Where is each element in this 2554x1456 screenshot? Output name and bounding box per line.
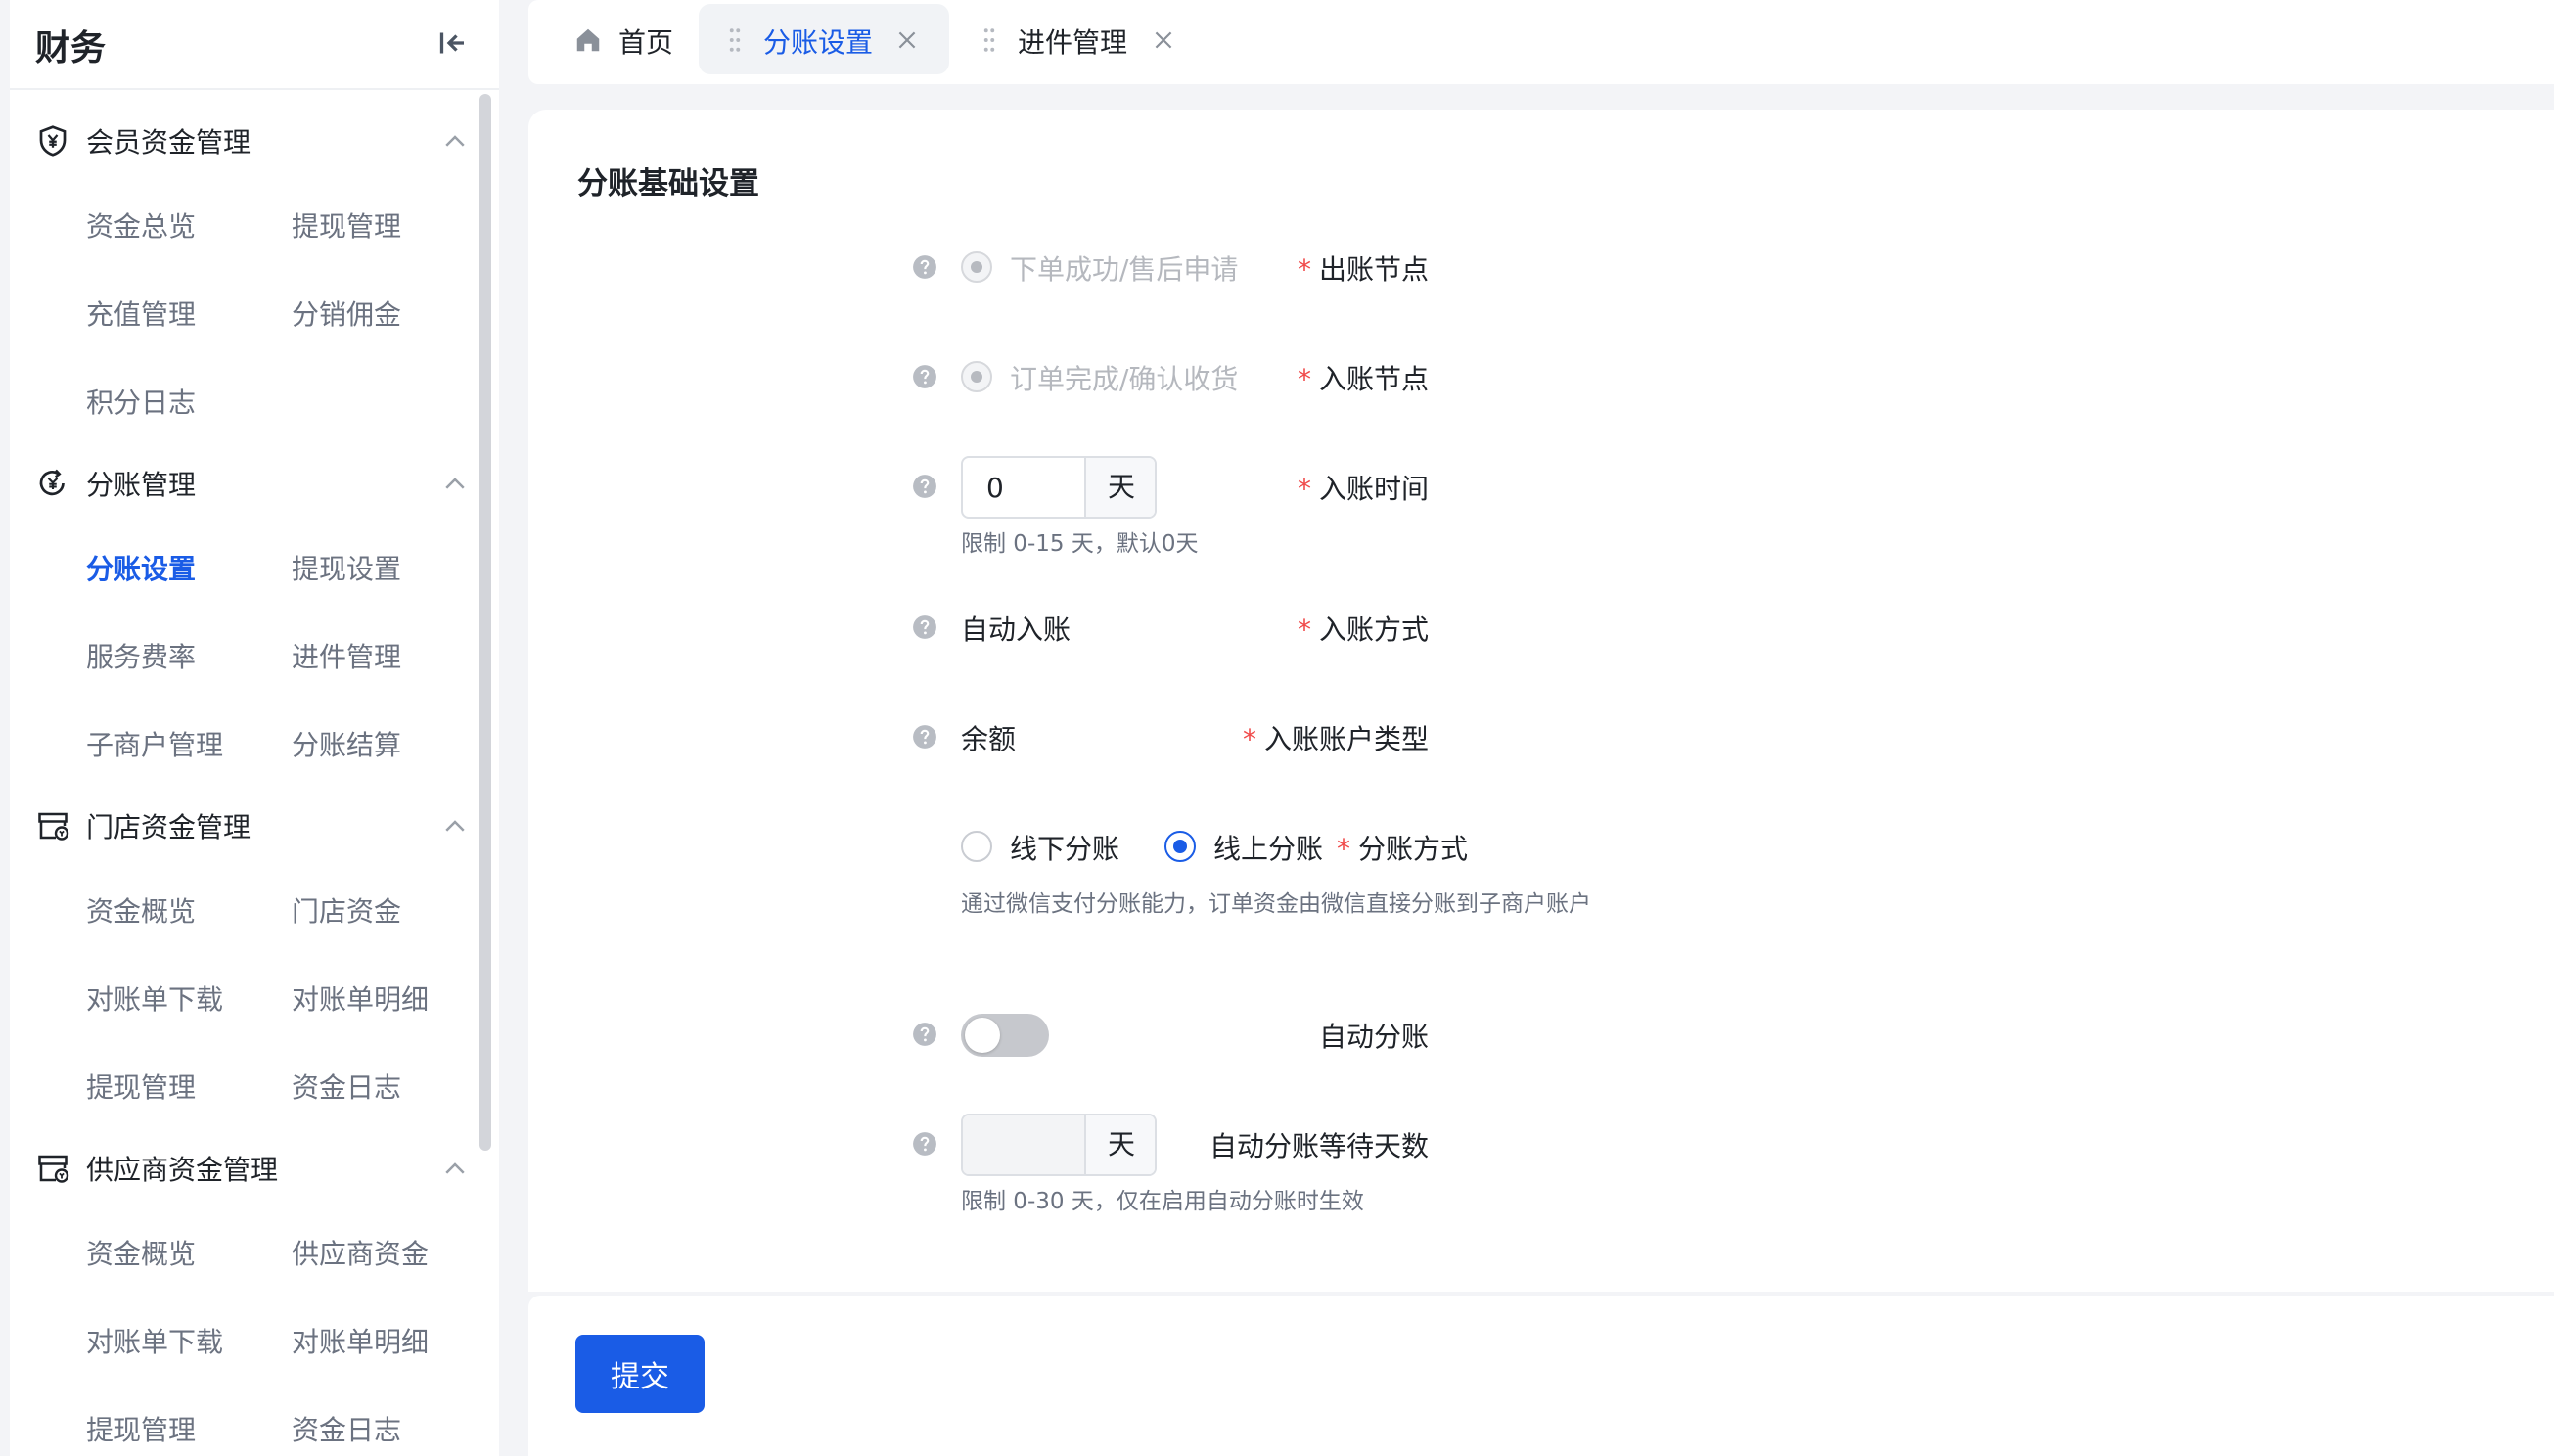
sidebar: 财务 会员资金管理 资金总览 提现管理 充值管理 分销佣金 积分日志 分账管理 … (10, 0, 499, 1456)
menu-item-withdraw-settings[interactable]: 提现设置 (292, 548, 401, 587)
chevron-up-icon[interactable] (440, 1155, 470, 1184)
sidebar-scrollbar[interactable] (479, 94, 491, 1151)
menu-item-withdraw-management[interactable]: 提现管理 (292, 205, 401, 245)
entry-time-field: 天 (961, 456, 1157, 519)
auto-split-label: 自动分账 (1318, 1021, 1429, 1053)
chevron-up-icon[interactable] (440, 470, 470, 499)
menu-item-distribution-commission[interactable]: 分销佣金 (292, 294, 401, 333)
chevron-up-icon[interactable] (440, 127, 470, 157)
menu-item-split-settlement[interactable]: 分账结算 (292, 724, 401, 763)
auto-split-wait-days-label: 自动分账等待天数 (1209, 1130, 1429, 1162)
help-icon[interactable] (912, 254, 937, 280)
split-method-offline-label[interactable]: 线下分账 (1010, 828, 1119, 867)
entry-time-label: * 入账时间 (1297, 473, 1429, 505)
split-method-hint: 通过微信支付分账能力，订单资金由微信直接分账到子商户账户 (961, 891, 1591, 917)
menu-item-statement-details[interactable]: 对账单明细 (292, 978, 429, 1018)
menu-item-recharge-management[interactable]: 充值管理 (86, 294, 196, 333)
menu-group-label: 供应商资金管理 (86, 1154, 279, 1186)
split-method-online-label[interactable]: 线上分账 (1213, 828, 1323, 867)
menu-item-store-funds[interactable]: 门店资金 (292, 890, 401, 930)
menu-item-fund-overview[interactable]: 资金概览 (86, 890, 196, 930)
billing-node-radio[interactable] (961, 251, 992, 283)
collapse-sidebar-icon[interactable] (434, 25, 470, 61)
menu-item-withdraw-management[interactable]: 提现管理 (86, 1067, 196, 1106)
sidebar-title: 财务 (35, 28, 107, 68)
auto-split-wait-days-hint: 限制 0-30 天，仅在启用自动分账时生效 (961, 1189, 1364, 1214)
split-method-online-radio[interactable] (1164, 831, 1196, 862)
menu-item-statement-download[interactable]: 对账单下载 (86, 978, 223, 1018)
help-icon[interactable] (912, 364, 937, 389)
tab-split-settings[interactable]: 分账设置 (699, 4, 949, 74)
drag-handle-icon[interactable] (728, 27, 742, 53)
settings-card: 分账基础设置 * 出账节点 下单成功/售后申请 * 入账节点 订单完成/确认收货 *… (528, 110, 2554, 1292)
chevron-up-icon[interactable] (440, 812, 470, 842)
billing-node-option[interactable]: 下单成功/售后申请 (1010, 249, 1238, 288)
entry-method-label: * 入账方式 (1297, 614, 1429, 646)
sidebar-header: 财务 (10, 0, 499, 90)
help-icon[interactable] (912, 1022, 937, 1047)
menu-item-points-log[interactable]: 积分日志 (86, 382, 196, 421)
menu-item-split-settings[interactable]: 分账设置 (86, 548, 196, 587)
drag-handle-icon[interactable] (982, 27, 996, 53)
help-icon[interactable] (912, 1131, 937, 1157)
menu-item-supplier-funds[interactable]: 供应商资金 (292, 1233, 429, 1272)
submit-button[interactable]: 提交 (575, 1335, 705, 1413)
menu-group-split-management[interactable]: 分账管理 (10, 450, 479, 519)
entry-method-value: 自动入账 (961, 614, 1072, 646)
menu-group-label: 会员资金管理 (86, 126, 251, 159)
menu-group-supplier-funds[interactable]: 供应商资金管理 (10, 1135, 479, 1204)
entry-time-unit: 天 (1084, 458, 1155, 517)
menu-group-member-funds[interactable]: 会员资金管理 (10, 108, 479, 176)
section-title: 分账基础设置 (577, 166, 759, 202)
entry-node-radio[interactable] (961, 361, 992, 392)
menu-item-fund-overview[interactable]: 资金概览 (86, 1233, 196, 1272)
home-icon (576, 28, 600, 52)
menu-group-store-funds[interactable]: 门店资金管理 (10, 793, 479, 861)
tab-label: 分账设置 (763, 26, 874, 59)
help-icon[interactable] (912, 474, 937, 499)
entry-account-type-label: * 入账账户类型 (1242, 723, 1429, 755)
entry-time-hint: 限制 0-15 天，默认0天 (961, 531, 1199, 557)
menu-item-statement-details[interactable]: 对账单明细 (292, 1321, 429, 1360)
menu-item-statement-download[interactable]: 对账单下载 (86, 1321, 223, 1360)
close-icon[interactable] (1151, 27, 1176, 53)
yuan-circle-icon (39, 469, 65, 496)
store-icon (38, 1155, 69, 1183)
split-method-offline-radio[interactable] (961, 831, 992, 862)
entry-time-input[interactable] (963, 458, 1084, 517)
menu-item-withdraw-management[interactable]: 提现管理 (86, 1409, 196, 1448)
tab-home[interactable]: 首页 (538, 4, 695, 74)
auto-split-wait-days-unit: 天 (1084, 1115, 1155, 1174)
tab-label: 首页 (618, 26, 674, 59)
help-icon[interactable] (912, 724, 937, 750)
menu-item-fund-log[interactable]: 资金日志 (292, 1409, 401, 1448)
close-icon[interactable] (894, 27, 920, 53)
tab-bar: 首页 分账设置 进件管理 (528, 0, 2554, 84)
yuan-shield-icon (39, 125, 67, 157)
menu-item-sub-merchant-management[interactable]: 子商户管理 (86, 724, 223, 763)
form-footer: 提交 (528, 1296, 2554, 1456)
tab-onboarding-management[interactable]: 进件管理 (959, 4, 1209, 74)
entry-node-option[interactable]: 订单完成/确认收货 (1010, 358, 1238, 397)
menu-item-fund-overview[interactable]: 资金总览 (86, 205, 196, 245)
menu-item-fund-log[interactable]: 资金日志 (292, 1067, 401, 1106)
store-icon (38, 812, 69, 841)
entry-node-label: * 入账节点 (1297, 363, 1429, 395)
menu-item-onboarding-management[interactable]: 进件管理 (292, 636, 401, 675)
tab-label: 进件管理 (1018, 26, 1128, 59)
menu-item-service-fee-rate[interactable]: 服务费率 (86, 636, 196, 675)
split-method-label: * 分账方式 (1336, 833, 1468, 865)
auto-split-wait-days-field: 天 (961, 1114, 1157, 1176)
menu-group-label: 分账管理 (86, 469, 197, 501)
auto-split-toggle[interactable] (961, 1014, 1049, 1057)
entry-account-type-value: 余额 (961, 723, 1017, 755)
help-icon[interactable] (912, 614, 937, 640)
auto-split-wait-days-input[interactable] (963, 1115, 1084, 1174)
billing-node-label: * 出账节点 (1297, 253, 1429, 286)
menu-group-label: 门店资金管理 (86, 811, 251, 843)
